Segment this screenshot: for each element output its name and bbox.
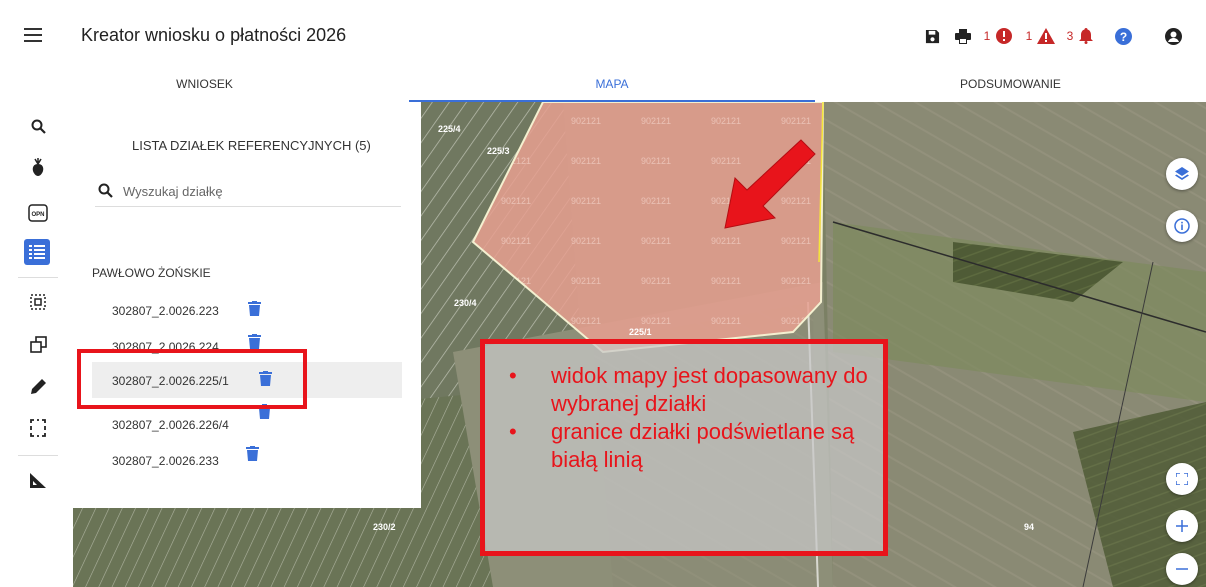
error-count: 1: [983, 29, 991, 43]
list-icon[interactable]: [24, 239, 50, 265]
zoom-in-button[interactable]: [1166, 510, 1198, 542]
rail-divider: [18, 277, 58, 278]
parcel-item[interactable]: 302807_2.0026.233: [92, 442, 402, 478]
warning-icon[interactable]: [1035, 22, 1057, 50]
selected-parcel-highlight-box: [77, 349, 307, 409]
rail-divider: [18, 455, 58, 456]
map-label: 225/3: [487, 146, 510, 156]
info-button[interactable]: [1166, 210, 1198, 242]
select-area-icon[interactable]: [22, 287, 54, 317]
search-icon[interactable]: [22, 111, 54, 141]
tab-wniosek[interactable]: WNIOSEK: [0, 72, 409, 102]
tab-mapa[interactable]: MAPA: [409, 72, 815, 102]
map-label: 94: [1024, 522, 1034, 532]
tool-rail: OPN: [0, 102, 73, 587]
parcel-label: 302807_2.0026.233: [112, 454, 219, 468]
map-label: 225/1: [629, 327, 652, 337]
pencil-icon[interactable]: [22, 371, 54, 401]
annotation-callout: widok mapy jest dopasowany do wybranej d…: [480, 339, 888, 556]
copy-shape-icon[interactable]: [22, 329, 54, 359]
layers-button[interactable]: [1166, 158, 1198, 190]
print-icon[interactable]: [951, 22, 975, 50]
help-icon[interactable]: ?: [1112, 22, 1134, 50]
zoom-out-button[interactable]: [1166, 553, 1198, 585]
parcel-label: 302807_2.0026.226/4: [112, 418, 229, 432]
tab-bar: WNIOSEK MAPA PODSUMOWANIE: [0, 72, 1206, 102]
svg-text:?: ?: [1119, 30, 1126, 44]
notification-count: 3: [1066, 29, 1074, 43]
user-icon[interactable]: [1162, 22, 1184, 50]
tab-podsumowanie[interactable]: PODSUMOWANIE: [815, 72, 1206, 102]
rectangle-select-icon[interactable]: [22, 413, 54, 443]
map-label: 230/2: [373, 522, 396, 532]
trash-icon[interactable]: [248, 301, 262, 317]
panel-title: LISTA DZIAŁEK REFERENCYJNYCH (5): [132, 138, 371, 153]
fullscreen-button[interactable]: [1166, 463, 1198, 495]
app-header: Kreator wniosku o płatności 2026 1 1 3 ?: [0, 0, 1206, 72]
map-label: 225/4: [438, 124, 461, 134]
ruler-icon[interactable]: [22, 465, 54, 495]
trash-icon[interactable]: [248, 334, 262, 350]
parcel-search: [95, 177, 401, 207]
callout-item: granice działki podświetlane są białą li…: [503, 418, 873, 474]
svg-text:OPN: OPN: [31, 212, 44, 218]
parcel-item[interactable]: 302807_2.0026.223: [92, 292, 402, 328]
crop-icon[interactable]: [22, 152, 54, 182]
parcel-list-panel: LISTA DZIAŁEK REFERENCYJNYCH (5) PAWŁOWO…: [73, 102, 421, 508]
map-label: 230/4: [454, 298, 477, 308]
error-icon[interactable]: [994, 22, 1014, 50]
callout-list: widok mapy jest dopasowany do wybranej d…: [503, 362, 873, 474]
page-title: Kreator wniosku o płatności 2026: [81, 25, 347, 45]
opn-icon[interactable]: OPN: [22, 198, 54, 228]
active-tab-indicator: [409, 100, 815, 102]
warning-count: 1: [1025, 29, 1033, 43]
group-label: PAWŁOWO ŻOŃSKIE: [92, 266, 211, 280]
menu-icon[interactable]: [24, 28, 42, 42]
bell-icon[interactable]: [1076, 22, 1096, 50]
app-root: 902121 225/4: [0, 0, 1206, 587]
save-icon[interactable]: [920, 22, 944, 50]
parcel-label: 302807_2.0026.223: [112, 304, 219, 318]
search-icon: [98, 183, 113, 203]
parcel-search-input[interactable]: [123, 181, 383, 201]
callout-item: widok mapy jest dopasowany do wybranej d…: [503, 362, 873, 418]
trash-icon[interactable]: [246, 446, 260, 462]
